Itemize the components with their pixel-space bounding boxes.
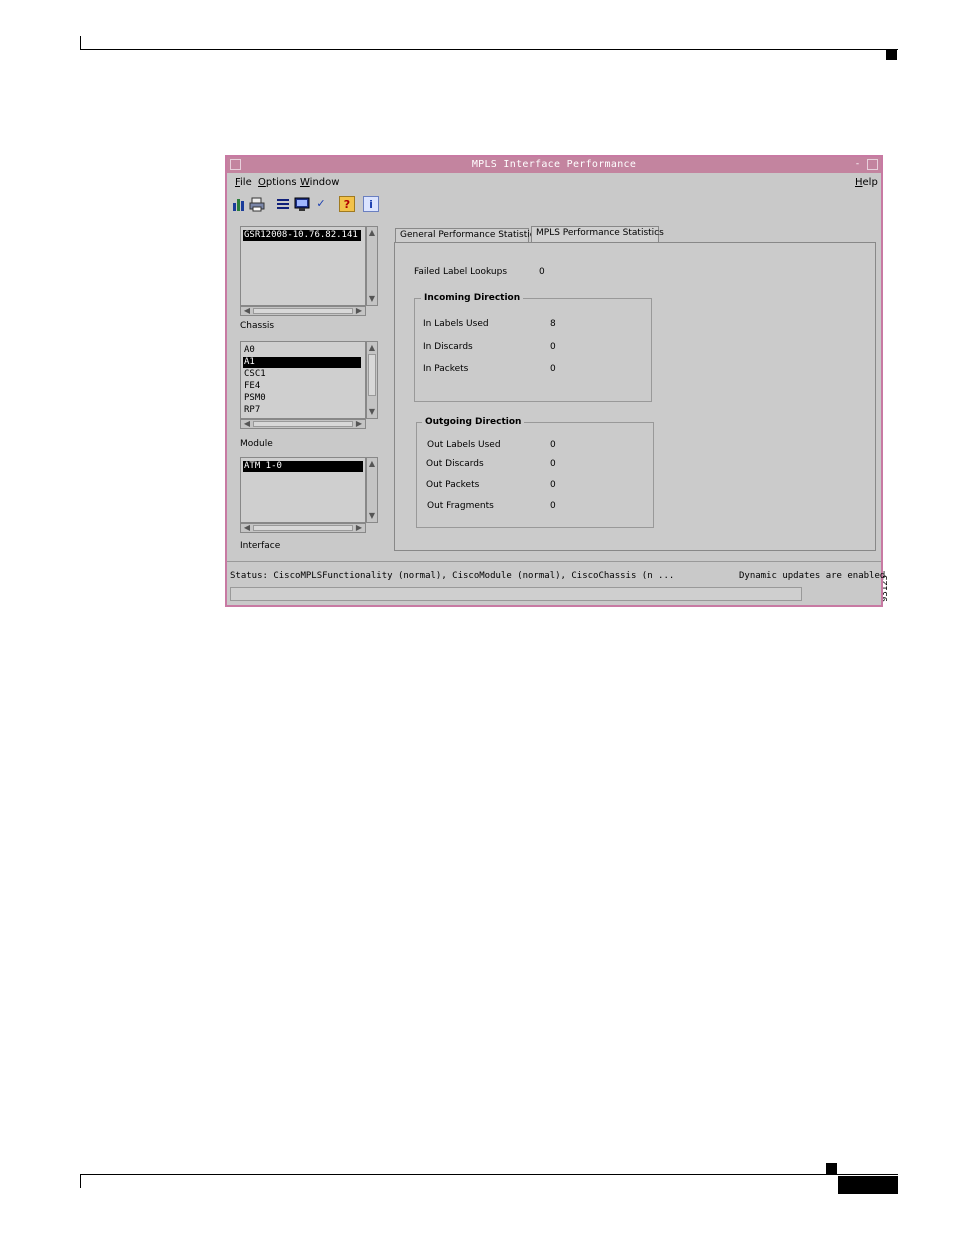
interface-label: Interface (240, 541, 281, 551)
menu-file[interactable]: File (235, 177, 252, 188)
scroll-left-icon[interactable]: ◀ (242, 524, 252, 532)
help-question-icon[interactable]: ? (339, 196, 355, 212)
scroll-left-icon[interactable]: ◀ (242, 420, 252, 428)
list-item[interactable]: RP7 (243, 405, 260, 416)
title-bar[interactable]: MPLS Interface Performance - (227, 157, 881, 173)
info-icon[interactable]: i (363, 196, 379, 212)
list-item[interactable]: PSM0 (243, 393, 266, 404)
chassis-list[interactable]: GSR12008-10.76.82.141 (240, 226, 366, 306)
list-item[interactable]: ATM 1-0 (243, 461, 363, 472)
list-item[interactable]: A0 (243, 345, 255, 356)
failed-label-lookups-label: Failed Label Lookups (414, 267, 508, 277)
toolbar: ✓ ? i (227, 194, 881, 216)
menu-window-label: indow (309, 177, 340, 188)
mpls-interface-performance-window: MPLS Interface Performance - File Option… (225, 155, 886, 607)
list-item[interactable]: FE4 (243, 381, 260, 392)
in-packets-value: 0 (550, 364, 556, 374)
interface-list[interactable]: ATM 1-0 (240, 457, 366, 523)
scroll-up-icon[interactable]: ▲ (367, 460, 377, 468)
menu-options[interactable]: Options (258, 177, 297, 188)
scroll-thumb[interactable] (253, 525, 353, 531)
out-packets-value: 0 (550, 480, 556, 490)
scroll-right-icon[interactable]: ▶ (354, 524, 364, 532)
chassis-label: Chassis (240, 321, 275, 331)
scroll-right-icon[interactable]: ▶ (354, 420, 364, 428)
scroll-down-icon[interactable]: ▼ (367, 295, 377, 303)
failed-label-lookups-value: 0 (539, 267, 545, 277)
module-hscroll[interactable]: ◀ ▶ (240, 419, 366, 429)
in-labels-used-value: 8 (550, 319, 556, 329)
maximize-button[interactable] (867, 159, 878, 170)
tab-mpls-performance-statistics[interactable]: MPLS Performance Statistics (531, 226, 664, 242)
in-discards-value: 0 (550, 342, 556, 352)
module-vscroll[interactable]: ▲ ▼ (366, 341, 378, 419)
footer-rule (80, 1174, 898, 1175)
menu-bar: File Options Window Help (227, 174, 881, 192)
scroll-thumb[interactable] (368, 354, 376, 396)
scroll-down-icon[interactable]: ▼ (367, 408, 377, 416)
progress-bar (230, 587, 802, 601)
in-packets-label: In Packets (423, 364, 469, 374)
footer-rule-tick (80, 1174, 81, 1188)
footer-page-block (838, 1176, 898, 1194)
menu-help-label: elp (862, 177, 878, 188)
list-icon[interactable] (275, 196, 291, 212)
scroll-up-icon[interactable]: ▲ (367, 229, 377, 237)
scroll-right-icon[interactable]: ▶ (354, 307, 364, 315)
status-text: Status: CiscoMPLSFunctionality (normal),… (230, 571, 675, 581)
menu-window-mnemonic: W (300, 177, 310, 188)
header-marker (886, 50, 897, 60)
out-fragments-label: Out Fragments (427, 501, 494, 511)
menu-help[interactable]: Help (855, 177, 878, 188)
menu-window[interactable]: Window (300, 177, 339, 188)
incoming-direction-title: Incoming Direction (421, 293, 524, 303)
window-title: MPLS Interface Performance (471, 159, 637, 170)
monitor-icon[interactable] (294, 196, 310, 212)
menu-options-mnemonic: O (258, 177, 266, 188)
chassis-hscroll[interactable]: ◀ ▶ (240, 306, 366, 316)
check-icon[interactable]: ✓ (313, 196, 329, 212)
status-separator (227, 561, 881, 562)
out-discards-value: 0 (550, 459, 556, 469)
chart-icon[interactable] (231, 196, 247, 212)
scroll-thumb[interactable] (253, 421, 353, 427)
module-list[interactable]: A0 A1 CSC1 FE4 PSM0 RP7 (240, 341, 366, 419)
mpls-statistics-panel: Failed Label Lookups 0 Incoming Directio… (394, 242, 876, 551)
out-labels-used-label: Out Labels Used (427, 440, 501, 450)
scroll-up-icon[interactable]: ▲ (367, 344, 377, 352)
out-discards-label: Out Discards (426, 459, 484, 469)
menu-file-label: ile (240, 177, 252, 188)
interface-vscroll[interactable]: ▲ ▼ (366, 457, 378, 523)
header-rule-tick (80, 36, 81, 50)
in-labels-used-label: In Labels Used (423, 319, 489, 329)
header-rule (80, 49, 898, 50)
interface-hscroll[interactable]: ◀ ▶ (240, 523, 366, 533)
module-label: Module (240, 439, 273, 449)
out-packets-label: Out Packets (426, 480, 480, 490)
outgoing-direction-title: Outgoing Direction (422, 417, 525, 427)
list-item[interactable]: GSR12008-10.76.82.141 (243, 230, 361, 241)
out-fragments-value: 0 (550, 501, 556, 511)
list-item[interactable]: CSC1 (243, 369, 266, 380)
scroll-thumb[interactable] (253, 308, 353, 314)
print-icon[interactable] (249, 196, 265, 212)
menu-help-mnemonic: H (855, 177, 863, 188)
dynamic-updates-status: Dynamic updates are enabled (739, 571, 886, 581)
out-labels-used-value: 0 (550, 440, 556, 450)
menu-options-label: ptions (265, 177, 297, 188)
list-item[interactable]: A1 (243, 357, 361, 368)
scroll-left-icon[interactable]: ◀ (242, 307, 252, 315)
chassis-vscroll[interactable]: ▲ ▼ (366, 226, 378, 306)
tab-general-performance-statistics[interactable]: General Performance Statistics (395, 228, 539, 242)
footer-marker (826, 1163, 837, 1174)
in-discards-label: In Discards (423, 342, 473, 352)
minimize-button[interactable]: - (852, 159, 863, 170)
outgoing-direction-group (416, 422, 654, 528)
scroll-down-icon[interactable]: ▼ (367, 512, 377, 520)
